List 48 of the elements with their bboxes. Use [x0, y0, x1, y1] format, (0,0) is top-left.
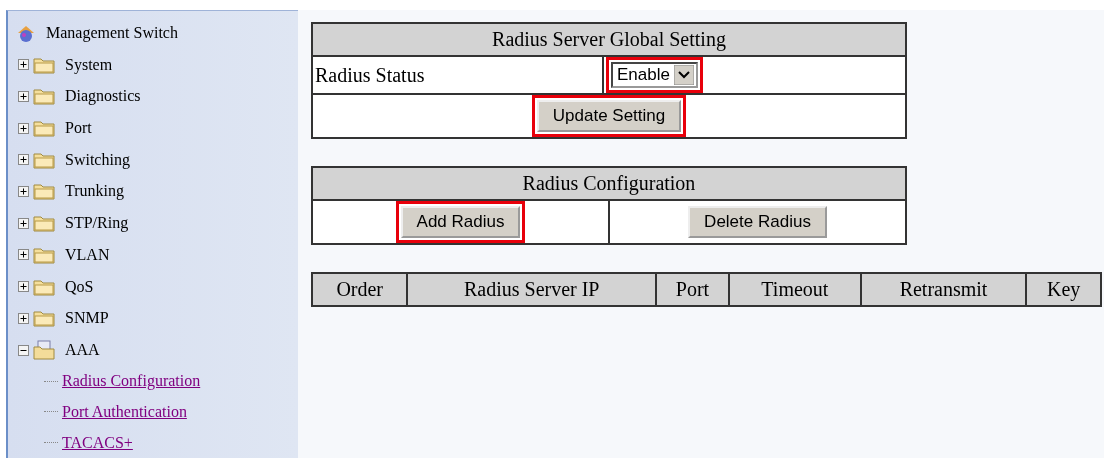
tree-folder-label[interactable]: AAA — [65, 341, 100, 360]
column-header: Key — [1026, 273, 1101, 306]
expand-icon[interactable] — [18, 281, 29, 293]
folder-icon — [33, 277, 55, 296]
table-header: Radius Configuration — [312, 167, 906, 200]
field-label: Radius Status — [315, 63, 425, 86]
column-header: Timeout — [729, 273, 861, 306]
radius-action-button[interactable]: Delete Radius — [688, 206, 827, 238]
tree-folder-label[interactable]: Diagnostics — [65, 87, 141, 106]
folder-icon — [33, 55, 55, 74]
tree-link[interactable]: Port Authentication — [62, 403, 187, 421]
tree-folder-label[interactable]: STP/Ring — [65, 214, 129, 233]
column-header: Retransmit — [860, 273, 1027, 306]
expand-icon[interactable] — [18, 312, 29, 324]
tree-folder-label[interactable]: Trunking — [65, 182, 124, 201]
tree-folder-label[interactable]: Port — [65, 119, 92, 137]
folder-icon — [33, 150, 55, 169]
tree-link[interactable]: Radius Configuration — [62, 372, 201, 391]
radius-action-button[interactable]: Add Radius — [400, 206, 521, 238]
update-setting-button[interactable]: Update Setting — [536, 100, 682, 132]
tree-folder-label[interactable]: QoS — [65, 277, 94, 296]
expand-icon[interactable] — [18, 185, 29, 197]
expand-icon[interactable] — [18, 217, 29, 229]
expand-icon[interactable] — [18, 122, 29, 134]
table-header: Radius Server Global Setting — [312, 23, 906, 56]
folder-icon — [33, 214, 55, 233]
column-header: Port — [656, 273, 729, 306]
expand-icon[interactable] — [18, 154, 29, 166]
document-folder-icon — [33, 340, 55, 361]
expand-icon[interactable] — [18, 249, 29, 261]
column-header: Order — [312, 273, 408, 306]
tree-folder-label[interactable]: Switching — [65, 150, 130, 169]
collapse-icon[interactable] — [18, 344, 29, 356]
expand-icon[interactable] — [18, 59, 29, 71]
tree-folder-label[interactable]: System — [65, 55, 113, 74]
folder-icon — [33, 119, 55, 137]
folder-icon — [33, 182, 55, 201]
tree-root-label[interactable]: Management Switch — [46, 23, 178, 42]
folder-icon — [33, 309, 55, 328]
tree-link[interactable]: TACACS+ — [62, 433, 133, 452]
chevron-down-icon — [673, 65, 694, 85]
expand-icon[interactable] — [18, 90, 29, 102]
tree-folder-label[interactable]: VLAN — [65, 245, 110, 264]
folder-icon — [33, 245, 55, 264]
folder-icon — [33, 87, 55, 106]
status-dropdown[interactable]: Enable — [611, 62, 698, 88]
column-header: Radius Server IP — [407, 273, 656, 306]
tree-folder-label[interactable]: SNMP — [65, 309, 109, 328]
